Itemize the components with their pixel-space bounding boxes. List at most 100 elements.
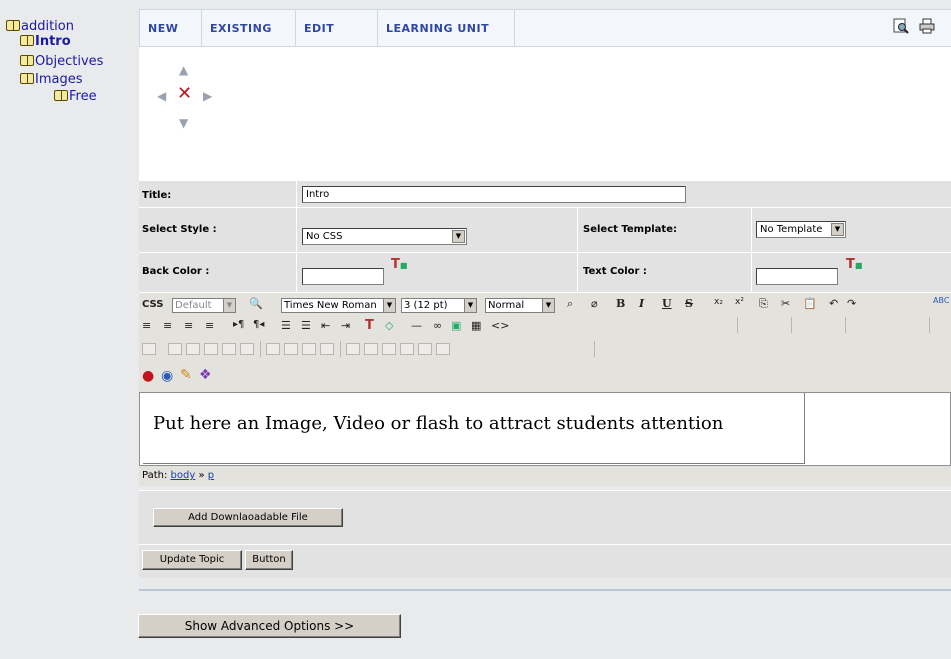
plugin-icon[interactable]: ✎ (180, 367, 192, 383)
media-icon[interactable]: ◉ (161, 368, 173, 384)
move-down-icon[interactable]: ▼ (179, 116, 188, 130)
cell-props-icon[interactable] (240, 343, 254, 355)
source-code-icon[interactable]: <> (491, 319, 509, 332)
color-picker-icon[interactable]: T■ (391, 257, 407, 272)
align-center-icon[interactable]: ≡ (163, 319, 172, 332)
rich-text-editor[interactable]: Put here an Image, Video or flash to att… (139, 392, 951, 466)
font-select[interactable]: Times New Roman ▼ (281, 298, 396, 313)
paste-icon[interactable]: 📋 (803, 297, 817, 310)
divider (751, 208, 752, 253)
highlight-icon[interactable]: ◇ (385, 319, 393, 332)
format-select[interactable]: Normal ▼ (485, 298, 555, 313)
eraser-icon[interactable]: ⌀ (591, 297, 598, 310)
delete-col-icon[interactable] (302, 343, 316, 355)
italic-button[interactable]: I (639, 297, 644, 310)
style-select[interactable]: No CSS ▼ (302, 228, 467, 245)
ordered-list-icon[interactable]: ☰ (281, 319, 291, 332)
book-icon (6, 20, 20, 31)
object-icon[interactable]: ❖ (199, 367, 212, 383)
align-right-icon[interactable]: ≡ (184, 319, 193, 332)
table-icon[interactable]: ▦ (471, 319, 481, 332)
flash-icon[interactable]: ● (142, 368, 154, 384)
print-icon[interactable] (919, 18, 935, 34)
find-icon[interactable]: 🔍 (249, 297, 263, 310)
visual-aid-icon[interactable] (418, 343, 432, 355)
horizontal-rule-icon[interactable]: — (411, 319, 422, 332)
bold-button[interactable]: B (616, 297, 625, 310)
image-icon[interactable]: ▣ (451, 319, 461, 332)
color-picker-icon[interactable]: T■ (846, 257, 862, 272)
preview-icon[interactable] (893, 18, 909, 34)
css-select[interactable]: Default ▼ (172, 298, 236, 313)
generic-button[interactable]: Button (245, 550, 293, 570)
move-right-icon[interactable]: ▶ (203, 89, 212, 103)
divider (139, 589, 951, 591)
tab-learning-unit[interactable]: LEARNING UNIT (378, 10, 515, 47)
spellcheck-icon[interactable]: ABC (933, 296, 949, 305)
add-downloadable-file-button[interactable]: Add Downlaoadable File (153, 508, 343, 527)
unordered-list-icon[interactable]: ☰ (301, 319, 311, 332)
ltr-icon[interactable]: ▸¶ (233, 319, 244, 330)
delete-icon[interactable]: ✕ (177, 83, 192, 104)
row-before-icon[interactable] (400, 343, 414, 355)
tab-new[interactable]: NEW (140, 10, 202, 47)
insert-col-after-icon[interactable] (284, 343, 298, 355)
title-input[interactable]: Intro (302, 186, 686, 203)
align-justify-icon[interactable]: ≡ (205, 319, 214, 332)
editor-content-text[interactable]: Put here an Image, Video or flash to att… (153, 413, 723, 434)
grid-icon[interactable] (436, 343, 450, 355)
show-advanced-options-button[interactable]: Show Advanced Options >> (138, 614, 401, 638)
rtl-icon[interactable]: ¶◂ (253, 319, 264, 330)
tree-item-intro[interactable]: Intro (20, 34, 71, 49)
superscript-icon[interactable]: x² (735, 297, 744, 307)
redo-icon[interactable]: ↷ (847, 297, 856, 310)
tree-item-addition[interactable]: addition (6, 19, 74, 34)
text-color-input[interactable] (756, 268, 838, 285)
tree-item-images[interactable]: Images (20, 72, 83, 87)
size-select[interactable]: 3 (12 pt) ▼ (401, 298, 477, 313)
move-up-icon[interactable]: ▲ (179, 63, 188, 77)
underline-button[interactable]: U (662, 297, 672, 310)
insert-row-after-icon[interactable] (204, 343, 218, 355)
insert-col-before-icon[interactable] (266, 343, 280, 355)
template-select[interactable]: No Template ▼ (756, 221, 846, 238)
row-after-icon[interactable] (382, 343, 396, 355)
split-cell-icon[interactable] (364, 343, 378, 355)
subscript-icon[interactable]: x₂ (714, 297, 723, 307)
editor-content-area[interactable]: Put here an Image, Video or flash to att… (143, 393, 805, 464)
move-left-icon[interactable]: ◀ (157, 89, 166, 103)
update-topic-button[interactable]: Update Topic (142, 550, 242, 570)
divider (751, 253, 752, 293)
book-icon (20, 55, 34, 66)
select-template-label: Select Template: (583, 224, 677, 235)
strikethrough-button[interactable]: S (685, 297, 693, 310)
tree-item-objectives[interactable]: Objectives (20, 54, 103, 69)
toolbar-separator (340, 341, 341, 357)
delete-row-icon[interactable] (222, 343, 236, 355)
back-color-input[interactable] (302, 268, 384, 285)
path-p-link[interactable]: p (208, 470, 214, 481)
row-props-icon[interactable] (168, 343, 182, 355)
tree-item-free[interactable]: Free (54, 89, 97, 104)
merge-cells-icon[interactable] (346, 343, 360, 355)
undo-icon[interactable]: ↶ (829, 297, 838, 310)
outdent-icon[interactable]: ⇤ (321, 319, 330, 332)
path-label: Path: (142, 470, 168, 481)
table-props-icon[interactable] (142, 343, 156, 355)
move-controls: ▲ ◀ ✕ ▶ ▼ (139, 47, 951, 180)
tree-item-label: Objectives (35, 54, 104, 69)
tab-edit[interactable]: EDIT (296, 10, 378, 47)
indent-icon[interactable]: ⇥ (341, 319, 350, 332)
link-icon[interactable]: ∞ (433, 319, 442, 332)
text-color-icon[interactable]: T (365, 318, 374, 333)
cut-icon[interactable]: ✂ (781, 297, 790, 310)
split-cells-icon[interactable] (320, 343, 334, 355)
format-select-value: Normal (488, 300, 525, 311)
path-body-link[interactable]: body (171, 470, 196, 481)
copy-icon[interactable]: ⎘ (759, 297, 768, 311)
align-left-icon[interactable]: ≡ (142, 319, 151, 332)
insert-row-before-icon[interactable] (186, 343, 200, 355)
search-icon[interactable]: ⌕ (567, 297, 573, 311)
divider (577, 253, 578, 293)
tab-existing[interactable]: EXISTING (202, 10, 296, 47)
